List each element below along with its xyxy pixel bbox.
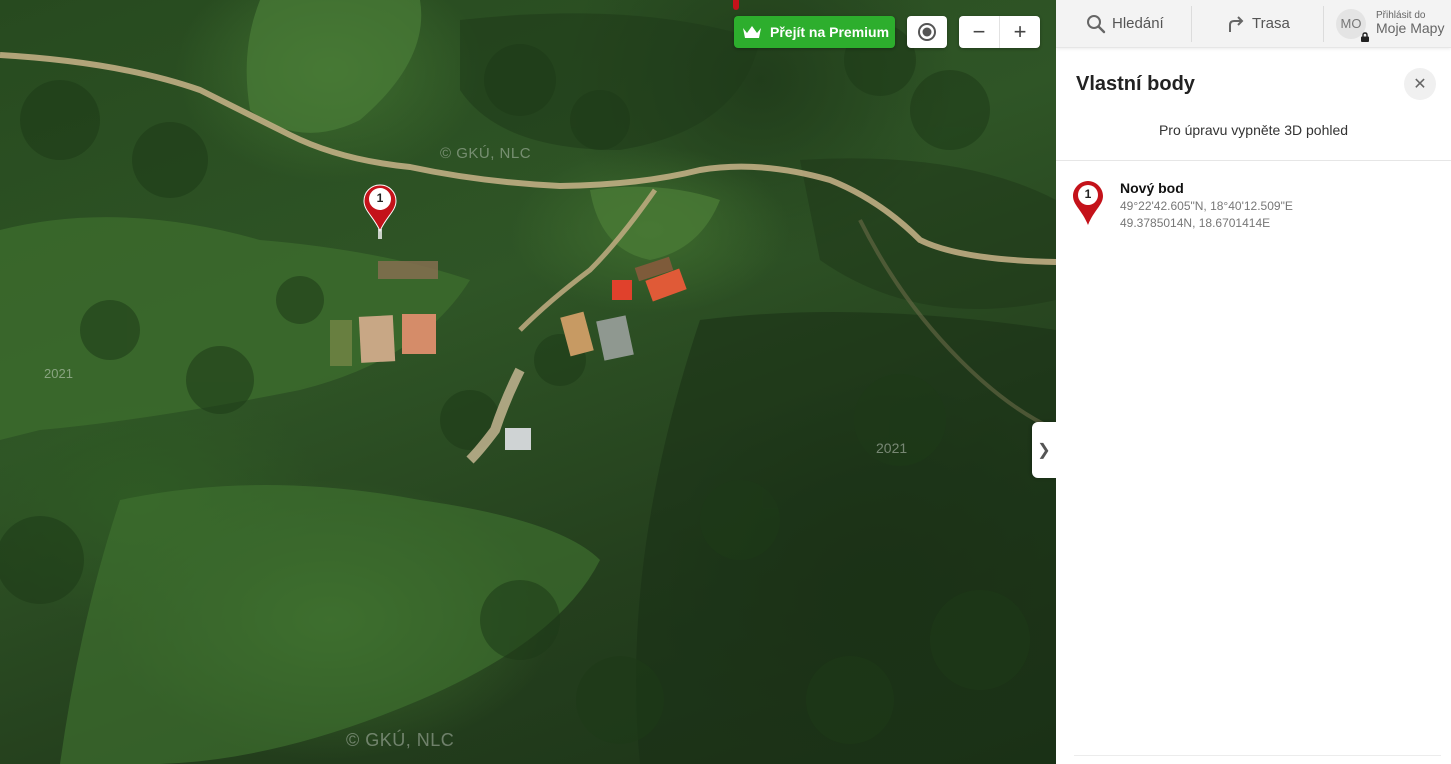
locate-button[interactable]	[907, 16, 947, 48]
panel-hint: Pro úpravu vypněte 3D pohled	[1158, 122, 1349, 138]
collapse-panel-button[interactable]: ❯	[1032, 422, 1056, 478]
divider	[1056, 160, 1451, 161]
partial-map-marker[interactable]	[733, 0, 739, 10]
map-point-marker[interactable]: 1	[362, 183, 398, 243]
map-marker-number: 1	[376, 191, 384, 205]
point-details: Nový bod 49°22'42.605"N, 18°40'12.509"E …	[1120, 180, 1293, 236]
search-button[interactable]: Hledání	[1056, 5, 1192, 42]
divider	[1074, 755, 1441, 756]
imagery-year-label: 2021	[876, 440, 908, 456]
lock-icon	[1361, 31, 1369, 42]
map-copyright: © GKÚ, NLC	[346, 730, 455, 750]
zoom-out-button[interactable]: −	[959, 16, 1000, 48]
zoom-control: − +	[959, 16, 1040, 48]
route-button[interactable]: Trasa	[1192, 5, 1324, 42]
avatar-initials: MO	[1340, 16, 1362, 31]
crown-icon	[743, 26, 761, 38]
login-text: Přihlásit do Moje Mapy	[1376, 10, 1445, 37]
point-marker: 1	[1072, 180, 1104, 236]
point-coordinates-dms: 49°22'42.605"N, 18°40'12.509"E	[1120, 199, 1293, 213]
search-label: Hledání	[1112, 15, 1164, 32]
premium-label: Přejít na Premium	[770, 24, 890, 40]
login-service-name: Moje Mapy	[1376, 20, 1445, 37]
imagery-year-label: 2021	[44, 366, 73, 381]
avatar: MO	[1336, 8, 1369, 42]
point-coordinates-decimal: 49.3785014N, 18.6701414E	[1120, 216, 1271, 230]
panel-title: Vlastní body	[1076, 73, 1195, 95]
route-label: Trasa	[1252, 15, 1290, 32]
route-icon	[1229, 15, 1244, 32]
search-icon	[1087, 14, 1106, 33]
zoom-in-button[interactable]: +	[1000, 16, 1040, 48]
top-toolbar: Hledání Trasa MO Přihlásit do Moje Mapy	[1056, 0, 1451, 48]
point-name: Nový bod	[1120, 180, 1184, 196]
point-number: 1	[1084, 187, 1092, 201]
map-terrain	[0, 0, 1056, 764]
map-copyright: © GKÚ, NLC	[440, 145, 532, 162]
locate-icon	[918, 23, 936, 41]
login-button[interactable]: MO Přihlásit do Moje Mapy	[1324, 0, 1444, 47]
side-panel: Hledání Trasa MO Přihlásit do Moje Mapy	[1056, 0, 1451, 764]
close-panel-button[interactable]: ✕	[1404, 68, 1436, 100]
custom-point-item[interactable]: 1 Nový bod 49°22'42.605"N, 18°40'12.509"…	[1072, 180, 1432, 236]
premium-button[interactable]: Přejít na Premium	[734, 16, 895, 48]
satellite-map[interactable]: © GKÚ, NLC © GKÚ, NLC 2021 2021 1 Přejít…	[0, 0, 1056, 764]
